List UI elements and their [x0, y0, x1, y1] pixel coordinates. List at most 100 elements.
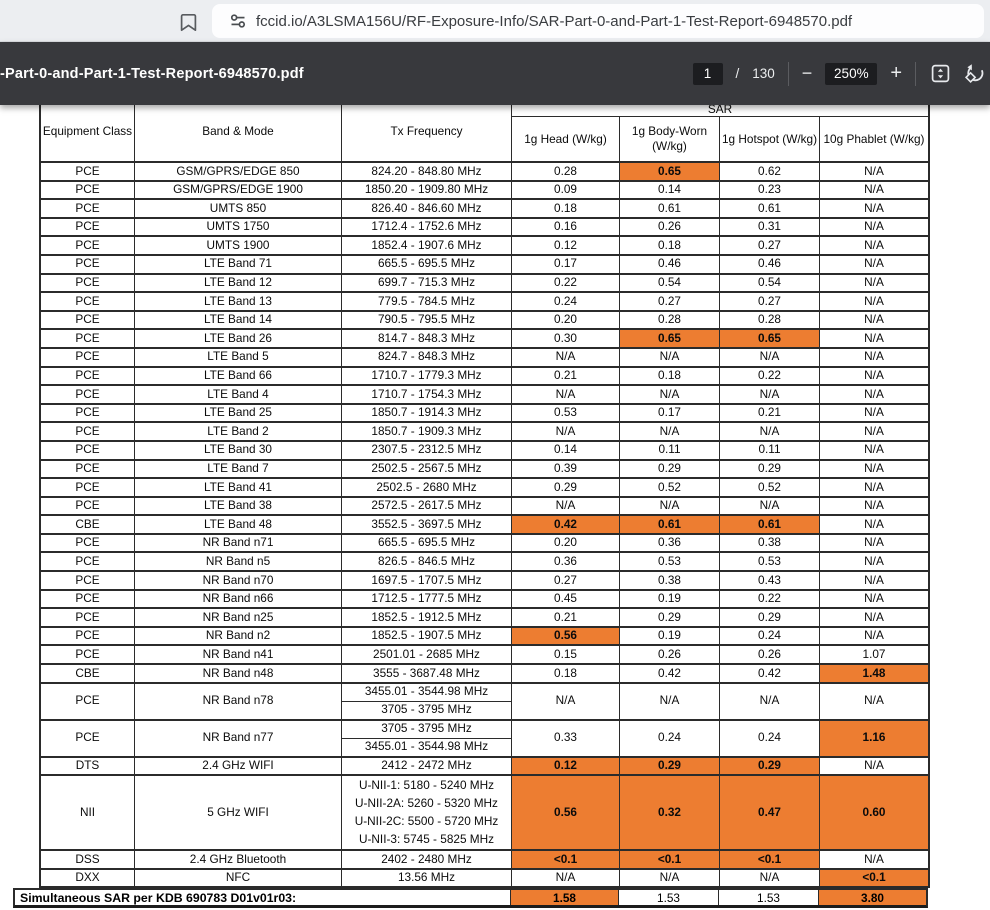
- sar-value-cell: 0.29: [512, 479, 620, 496]
- tx-frequency-cell: 2501.01 - 2685 MHz: [342, 646, 512, 663]
- sar-value-cell: 0.65: [620, 330, 720, 347]
- rotate-icon[interactable]: [964, 63, 986, 85]
- band-mode-cell: NR Band n70: [135, 572, 342, 589]
- sar-value-cell: 0.28: [620, 312, 720, 329]
- zoom-out-button[interactable]: −: [802, 63, 813, 84]
- band-mode-cell: LTE Band 71: [135, 256, 342, 273]
- address-bar[interactable]: fccid.io/A3LSMA156U/RF-Exposure-Info/SAR…: [212, 4, 984, 38]
- table-row: PCEGSM/GPRS/EDGE 850824.20 - 848.80 MHz0…: [39, 163, 930, 182]
- equipment-class-cell: PCE: [41, 368, 135, 385]
- frequency-line: 3455.01 - 3544.98 MHz: [342, 739, 511, 756]
- frequency-line: 3555 - 3687.48 MHz: [342, 665, 511, 682]
- footer-phablet-value: 3.80: [818, 890, 926, 905]
- sar-value-cell: 0.54: [720, 275, 820, 292]
- band-mode-cell: NR Band n48: [135, 665, 342, 682]
- frequency-line: 826.5 - 846.5 MHz: [342, 553, 511, 570]
- frequency-line: 1712.5 - 1777.5 MHz: [342, 591, 511, 608]
- sar-value-cell: 0.36: [512, 553, 620, 570]
- sar-value-cell: N/A: [820, 535, 928, 552]
- sar-value-cell: 0.29: [620, 609, 720, 626]
- frequency-line: 665.5 - 695.5 MHz: [342, 535, 511, 552]
- header-band-mode: Band & Mode: [135, 105, 342, 163]
- tx-frequency-cell: 2572.5 - 2617.5 MHz: [342, 498, 512, 515]
- sar-value-cell: N/A: [512, 423, 620, 440]
- equipment-class-cell: CBE: [41, 665, 135, 682]
- sar-value-cell: N/A: [820, 182, 928, 199]
- sar-value-cell: N/A: [620, 870, 720, 887]
- table-row: PCELTE Band 26814.7 - 848.3 MHz0.300.650…: [39, 330, 930, 349]
- band-mode-cell: LTE Band 7: [135, 461, 342, 478]
- equipment-class-cell: PCE: [41, 535, 135, 552]
- sar-value-cell: 0.16: [512, 219, 620, 236]
- sar-value-cell: N/A: [720, 349, 820, 366]
- sar-value-cell: 0.46: [720, 256, 820, 273]
- sar-value-cell: 0.61: [620, 516, 720, 533]
- equipment-class-cell: PCE: [41, 479, 135, 496]
- sar-value-cell: 0.42: [512, 516, 620, 533]
- tx-frequency-cell: 699.7 - 715.3 MHz: [342, 275, 512, 292]
- footer-body-value: 1.53: [618, 890, 718, 905]
- page-separator: /: [736, 66, 740, 81]
- sar-value-cell: N/A: [512, 498, 620, 515]
- zoom-in-button[interactable]: +: [890, 62, 902, 85]
- sar-value-cell: 0.17: [512, 256, 620, 273]
- table-row: CBELTE Band 483552.5 - 3697.5 MHz0.420.6…: [39, 516, 930, 535]
- page-number-input[interactable]: 1: [693, 63, 723, 85]
- sar-value-cell: 0.65: [720, 330, 820, 347]
- equipment-class-cell: PCE: [41, 256, 135, 273]
- url-text[interactable]: fccid.io/A3LSMA156U/RF-Exposure-Info/SAR…: [256, 13, 852, 30]
- frequency-line: 3455.01 - 3544.98 MHz: [342, 684, 511, 702]
- table-row: PCELTE Band 14790.5 - 795.5 MHz0.200.280…: [39, 312, 930, 331]
- frequency-line: U-NII-2A: 5260 - 5320 MHz: [342, 794, 511, 812]
- equipment-class-cell: PCE: [41, 312, 135, 329]
- sar-value-cell: 0.11: [620, 442, 720, 459]
- site-permissions-icon[interactable]: [226, 9, 250, 33]
- table-row: PCENR Band n661712.5 - 1777.5 MHz0.450.1…: [39, 591, 930, 610]
- sar-value-cell: N/A: [820, 516, 928, 533]
- equipment-class-cell: PCE: [41, 498, 135, 515]
- sar-value-cell: 0.29: [720, 609, 820, 626]
- sar-value-cell: 0.46: [620, 256, 720, 273]
- zoom-level-input[interactable]: 250%: [825, 63, 877, 85]
- frequency-line: 826.40 - 846.60 MHz: [342, 200, 511, 217]
- sar-value-cell: 0.11: [720, 442, 820, 459]
- sar-value-cell: 0.21: [512, 368, 620, 385]
- sar-value-cell: 1.48: [820, 665, 928, 682]
- sar-value-cell: N/A: [820, 163, 928, 180]
- header-1g-body-worn: 1g Body-Worn (W/kg): [620, 117, 720, 163]
- sar-value-cell: 0.54: [620, 275, 720, 292]
- fit-to-page-icon[interactable]: [929, 63, 951, 85]
- equipment-class-cell: DXX: [41, 870, 135, 887]
- tx-frequency-cell: 2402 - 2480 MHz: [342, 851, 512, 868]
- frequency-line: 1852.4 - 1907.6 MHz: [342, 237, 511, 254]
- table-row: PCENR Band n251852.5 - 1912.5 MHz0.210.2…: [39, 609, 930, 628]
- simultaneous-sar-row: Simultaneous SAR per KDB 690783 D01v01r0…: [13, 888, 928, 908]
- band-mode-cell: 5 GHz WIFI: [135, 776, 342, 849]
- table-row: PCENR Band n773705 - 3795 MHz3455.01 - 3…: [39, 721, 930, 758]
- equipment-class-cell: PCE: [41, 163, 135, 180]
- tx-frequency-cell: 1852.5 - 1907.5 MHz: [342, 628, 512, 645]
- tx-frequency-cell: 1712.5 - 1777.5 MHz: [342, 591, 512, 608]
- tx-frequency-cell: 3705 - 3795 MHz3455.01 - 3544.98 MHz: [342, 721, 512, 756]
- sar-value-cell: 0.20: [512, 312, 620, 329]
- sar-value-cell: 0.20: [512, 535, 620, 552]
- sar-value-cell: 0.29: [720, 758, 820, 775]
- equipment-class-cell: DSS: [41, 851, 135, 868]
- sar-value-cell: 0.61: [720, 200, 820, 217]
- table-row: DSS2.4 GHz Bluetooth2402 - 2480 MHz<0.1<…: [39, 851, 930, 870]
- sar-value-cell: 0.56: [512, 628, 620, 645]
- sar-value-cell: 0.24: [720, 628, 820, 645]
- sar-value-cell: N/A: [820, 386, 928, 403]
- tx-frequency-cell: 824.7 - 848.3 MHz: [342, 349, 512, 366]
- header-tx-frequency: Tx Frequency: [342, 105, 512, 163]
- frequency-line: 699.7 - 715.3 MHz: [342, 275, 511, 292]
- table-row: PCENR Band n21852.5 - 1907.5 MHz0.560.19…: [39, 628, 930, 647]
- sar-value-cell: N/A: [820, 330, 928, 347]
- frequency-line: 1852.5 - 1907.5 MHz: [342, 628, 511, 645]
- frequency-line: U-NII-3: 5745 - 5825 MHz: [342, 831, 511, 849]
- browser-url-bar[interactable]: fccid.io/A3LSMA156U/RF-Exposure-Info/SAR…: [0, 0, 990, 42]
- table-row: PCEUMTS 850826.40 - 846.60 MHz0.180.610.…: [39, 200, 930, 219]
- sar-value-cell: 0.18: [620, 237, 720, 254]
- bookmark-icon[interactable]: [176, 10, 200, 34]
- sar-value-cell: N/A: [820, 498, 928, 515]
